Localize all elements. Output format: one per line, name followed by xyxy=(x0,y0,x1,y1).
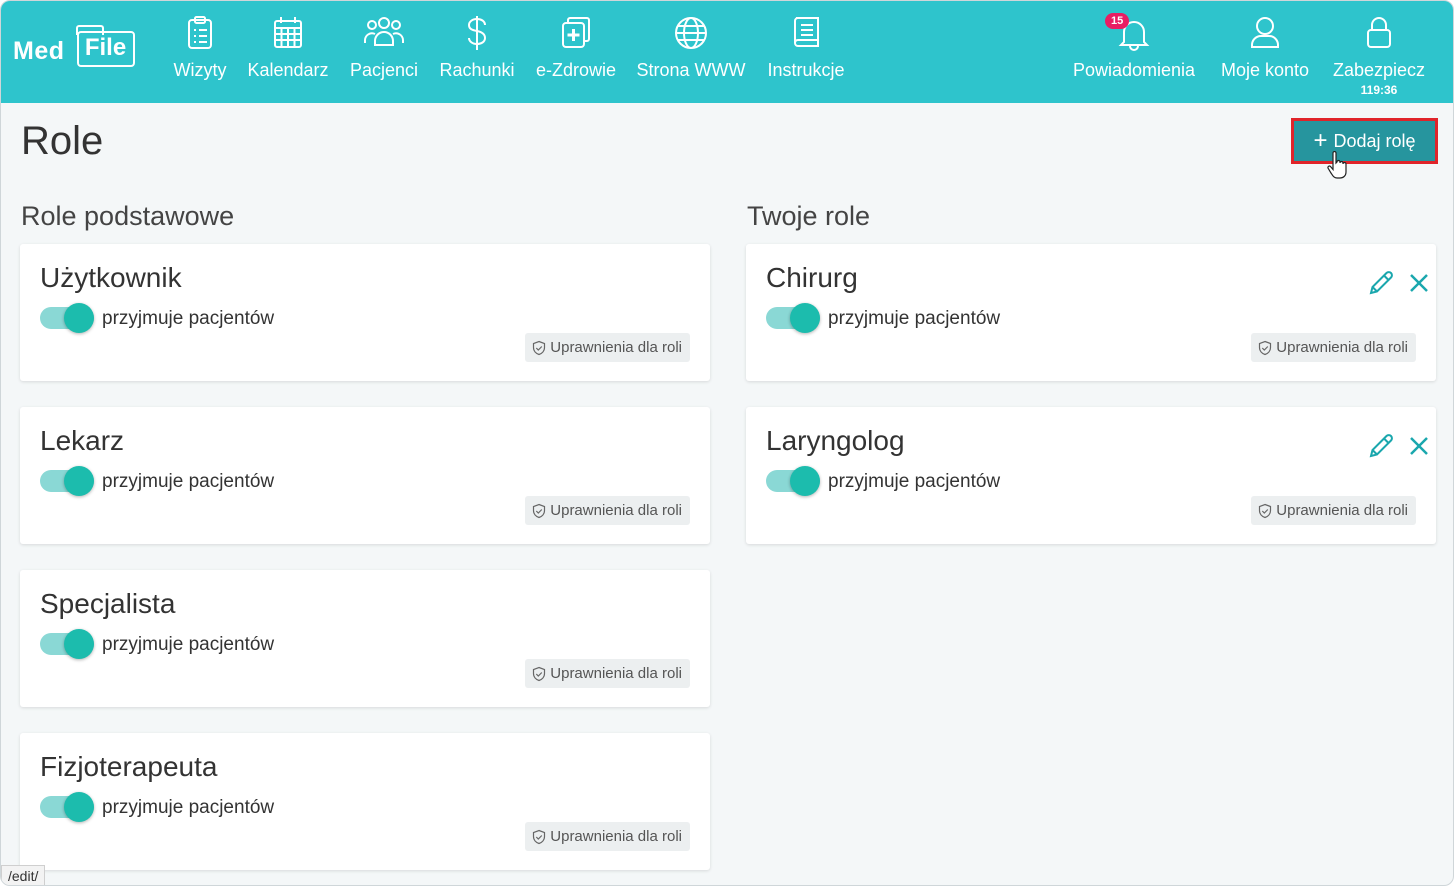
role-permissions-button[interactable]: Uprawnienia dla roli xyxy=(525,333,690,362)
plus-icon: + xyxy=(1313,127,1328,154)
accepts-patients-toggle[interactable] xyxy=(40,792,94,822)
status-bar-url: /edit/ xyxy=(1,865,46,885)
lock-icon xyxy=(1367,17,1391,48)
nav-label: Moje konto xyxy=(1220,60,1310,80)
role-name: Specjalista xyxy=(40,588,176,619)
toggle-knob xyxy=(64,792,94,822)
user-icon xyxy=(1251,17,1279,48)
role-card-fizjoterapeuta: Fizjoterapeuta przyjmuje pacjentów Upraw… xyxy=(20,733,710,870)
accepts-patients-label: przyjmuje pacjentów xyxy=(102,471,275,492)
accepts-patients-toggle[interactable] xyxy=(40,466,94,496)
role-card-specjalista: Specjalista przyjmuje pacjentów Uprawnie… xyxy=(20,570,710,707)
role-permissions-label: Uprawnienia dla roli xyxy=(1276,502,1408,519)
nav-strona-www[interactable]: Strona WWW xyxy=(635,13,747,93)
health-plus-icon xyxy=(562,17,590,48)
nav-wizyty[interactable]: Wizyty xyxy=(169,13,231,93)
accepts-patients-toggle[interactable] xyxy=(766,303,820,333)
close-icon[interactable] xyxy=(1407,271,1431,295)
role-name: Lekarz xyxy=(40,425,125,456)
role-permissions-label: Uprawnienia dla roli xyxy=(550,339,682,356)
top-navigation-bar: Med File Wizyty Kalendarz Pacjenci Rachu… xyxy=(1,1,1453,103)
hand-cursor-icon xyxy=(1327,151,1347,179)
nav-label: Strona WWW xyxy=(636,60,746,80)
role-card-chirurg: Chirurg przyjmuje pacjentów Uprawnienia … xyxy=(746,244,1436,381)
role-permissions-button[interactable]: Uprawnienia dla roli xyxy=(1251,496,1416,525)
role-permissions-button[interactable]: Uprawnienia dla roli xyxy=(1251,333,1416,362)
accepts-patients-toggle[interactable] xyxy=(766,466,820,496)
role-permissions-button[interactable]: Uprawnienia dla roli xyxy=(525,659,690,688)
clipboard-icon xyxy=(188,16,212,49)
pencil-edit-icon[interactable] xyxy=(1365,267,1397,299)
toggle-knob xyxy=(64,303,94,333)
notification-count-badge: 15 xyxy=(1105,13,1130,29)
your-roles-heading: Twoje role xyxy=(747,201,871,231)
logo-file-text: File xyxy=(84,34,127,61)
shield-check-icon xyxy=(1259,340,1272,355)
dollar-icon xyxy=(467,16,487,50)
nav-powiadomienia[interactable]: 15 Powiadomienia xyxy=(1067,13,1201,93)
nav-pacjenci[interactable]: Pacjenci xyxy=(347,13,421,93)
nav-label: e-Zdrowie xyxy=(535,60,617,80)
role-permissions-label: Uprawnienia dla roli xyxy=(550,828,682,845)
globe-icon xyxy=(675,17,707,49)
logo-med-text: Med xyxy=(13,37,65,65)
role-permissions-button[interactable]: Uprawnienia dla roli xyxy=(525,496,690,525)
users-icon xyxy=(364,17,404,46)
nav-label: Wizyty xyxy=(173,60,227,80)
accepts-patients-toggle[interactable] xyxy=(40,629,94,659)
nav-zabezpiecz[interactable]: Zabezpiecz 119:36 xyxy=(1327,13,1431,97)
accepts-patients-label: przyjmuje pacjentów xyxy=(102,797,275,818)
role-card-uzytkownik: Użytkownik przyjmuje pacjentów Uprawnien… xyxy=(20,244,710,381)
pencil-edit-icon[interactable] xyxy=(1365,430,1397,462)
app-window: Med File Wizyty Kalendarz Pacjenci Rachu… xyxy=(0,0,1454,886)
nav-label: Kalendarz xyxy=(247,60,329,80)
role-permissions-button[interactable]: Uprawnienia dla roli xyxy=(525,822,690,851)
role-card-lekarz: Lekarz przyjmuje pacjentów Uprawnienia d… xyxy=(20,407,710,544)
shield-check-icon xyxy=(533,340,546,355)
nav-label: Instrukcje xyxy=(767,60,845,80)
nav-label: Pacjenci xyxy=(349,60,419,80)
toggle-knob xyxy=(64,629,94,659)
accepts-patients-label: przyjmuje pacjentów xyxy=(828,471,1001,492)
role-name: Użytkownik xyxy=(40,262,182,293)
shield-check-icon xyxy=(1259,503,1272,518)
role-permissions-label: Uprawnienia dla roli xyxy=(1276,339,1408,356)
accepts-patients-label: przyjmuje pacjentów xyxy=(102,308,275,329)
shield-check-icon xyxy=(533,829,546,844)
nav-instrukcje[interactable]: Instrukcje xyxy=(763,13,849,93)
close-icon[interactable] xyxy=(1407,434,1431,458)
role-name: Fizjoterapeuta xyxy=(40,751,218,782)
accepts-patients-label: przyjmuje pacjentów xyxy=(102,634,275,655)
role-permissions-label: Uprawnienia dla roli xyxy=(550,665,682,682)
shield-check-icon xyxy=(533,666,546,681)
logo-folder-icon: File xyxy=(76,25,135,67)
nav-kalendarz[interactable]: Kalendarz xyxy=(245,13,331,93)
nav-label: Rachunki xyxy=(439,60,515,80)
add-role-button[interactable]: + Dodaj rolę xyxy=(1291,118,1438,164)
nav-moje-konto[interactable]: Moje konto xyxy=(1215,13,1315,93)
calendar-icon xyxy=(274,17,302,48)
page-title: Role xyxy=(21,119,104,163)
nav-label: Powiadomienia xyxy=(1072,60,1196,80)
role-card-laryngolog: Laryngolog przyjmuje pacjentów Uprawnien… xyxy=(746,407,1436,544)
book-icon xyxy=(794,17,819,47)
basic-roles-heading: Role podstawowe xyxy=(21,201,235,231)
toggle-knob xyxy=(790,466,820,496)
accepts-patients-label: przyjmuje pacjentów xyxy=(828,308,1001,329)
toggle-knob xyxy=(790,303,820,333)
accepts-patients-toggle[interactable] xyxy=(40,303,94,333)
nav-rachunki[interactable]: Rachunki xyxy=(437,13,517,93)
medfile-logo[interactable]: Med File xyxy=(11,25,137,71)
toggle-knob xyxy=(64,466,94,496)
role-name: Chirurg xyxy=(766,262,858,293)
role-name: Laryngolog xyxy=(766,425,905,456)
shield-check-icon xyxy=(533,503,546,518)
nav-label: Zabezpiecz xyxy=(1332,60,1426,80)
nav-e-zdrowie[interactable]: e-Zdrowie xyxy=(533,13,619,93)
add-role-button-label: Dodaj rolę xyxy=(1333,130,1416,151)
session-timer: 119:36 xyxy=(1360,83,1398,97)
role-permissions-label: Uprawnienia dla roli xyxy=(550,502,682,519)
